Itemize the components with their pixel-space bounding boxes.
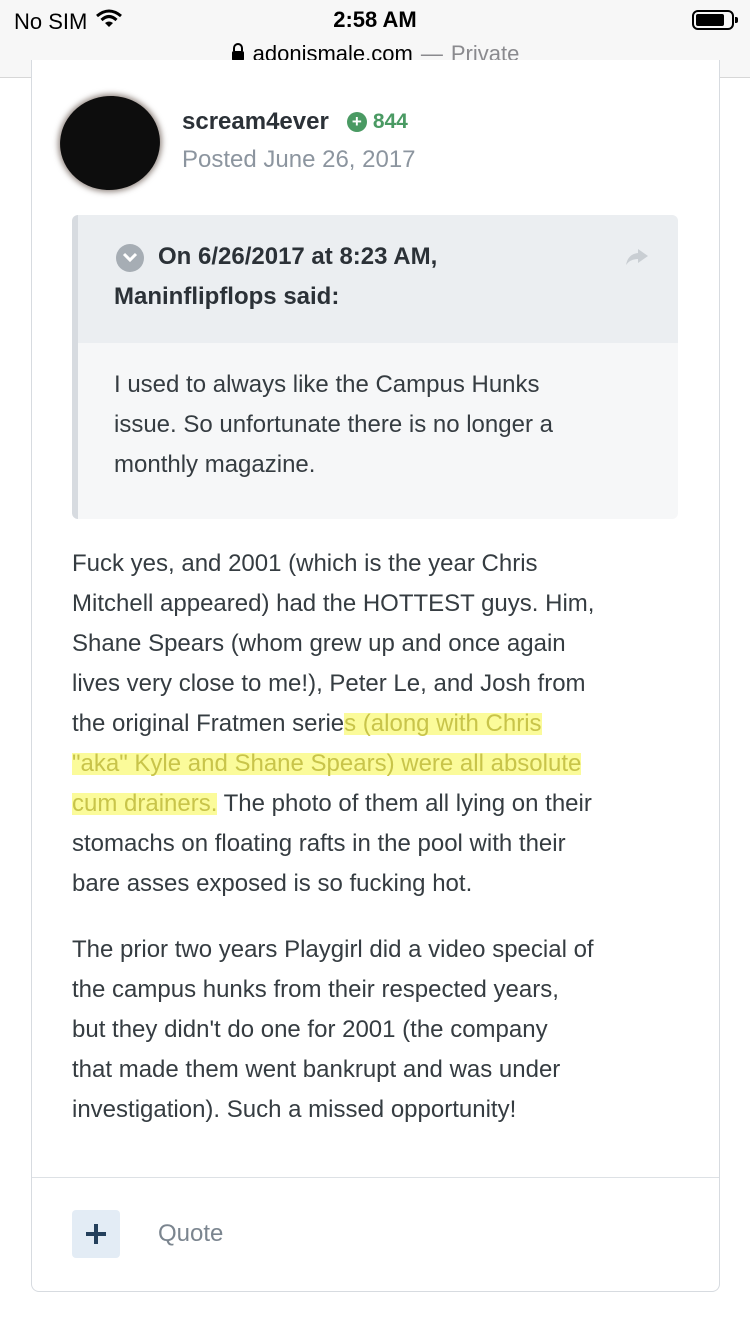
status-bar: No SIM 2:58 AM (0, 0, 750, 40)
highlighted-text: cum drainers. (72, 790, 218, 817)
text-line: lives very close to me!), Peter Le, and … (72, 670, 586, 697)
battery-icon (692, 10, 738, 30)
text-line: that made them went bankrupt and was und… (72, 1056, 561, 1083)
quote-citation-author[interactable]: Maninflipflops said: (114, 283, 339, 311)
text-segment: The photo of them all lying on their (217, 790, 592, 817)
quote-line: issue. So unfortunate there is no longer… (114, 411, 553, 438)
post-footer-divider (32, 1177, 719, 1178)
reputation-plus-icon: + (346, 112, 367, 132)
text-line: investigation). Such a missed opportunit… (72, 1096, 517, 1123)
reputation-count: 844 (372, 110, 408, 133)
post-author-row: scream4ever + 844 (182, 108, 408, 136)
highlighted-text: "aka" Kyle and Shane Spears) were all ab… (72, 750, 582, 777)
post-date[interactable]: Posted June 26, 2017 (182, 146, 416, 174)
quote-citation-date: On 6/26/2017 at 8:23 AM, (158, 243, 438, 270)
text-segment: the original Fratmen serie (72, 710, 345, 737)
share-icon[interactable] (624, 247, 650, 272)
text-line: stomachs on floating rafts in the pool w… (72, 830, 566, 857)
quote-button[interactable]: Quote (158, 1220, 223, 1248)
text-line: Shane Spears (whom grew up and once agai… (72, 630, 566, 657)
quote-citation: On 6/26/2017 at 8:23 AM, Maninflipflops … (78, 215, 678, 343)
clock: 2:58 AM (333, 7, 417, 32)
text-line: "aka" Kyle and Shane Spears) were all ab… (72, 744, 692, 784)
text-line: the original Fratmen series (along with … (72, 704, 692, 744)
text-line: Mitchell appeared) had the HOTTEST guys.… (72, 590, 595, 617)
text-line: The prior two years Playgirl did a video… (72, 936, 594, 963)
multiquote-plus-button[interactable] (72, 1210, 120, 1258)
text-line: bare asses exposed is so fucking hot. (72, 870, 473, 897)
quote-block: On 6/26/2017 at 8:23 AM, Maninflipflops … (72, 215, 678, 519)
text-line: Fuck yes, and 2001 (which is the year Ch… (72, 550, 538, 577)
post-paragraph-2: The prior two years Playgirl did a video… (72, 930, 692, 1130)
text-line: cum drainers. The photo of them all lyin… (72, 784, 692, 824)
author-name[interactable]: scream4ever (182, 108, 329, 136)
quote-text: I used to always like the Campus Hunks i… (114, 365, 654, 485)
quote-line: I used to always like the Campus Hunks (114, 371, 540, 398)
reputation-badge: + 844 (346, 110, 408, 134)
highlighted-text: s (along with Chris (344, 710, 542, 737)
chevron-down-icon[interactable] (116, 244, 144, 272)
quote-line: monthly magazine. (114, 451, 316, 478)
text-line: the campus hunks from their respected ye… (72, 976, 559, 1003)
text-line: but they didn't do one for 2001 (the com… (72, 1016, 548, 1043)
post-paragraph-1: Fuck yes, and 2001 (which is the year Ch… (72, 544, 692, 904)
